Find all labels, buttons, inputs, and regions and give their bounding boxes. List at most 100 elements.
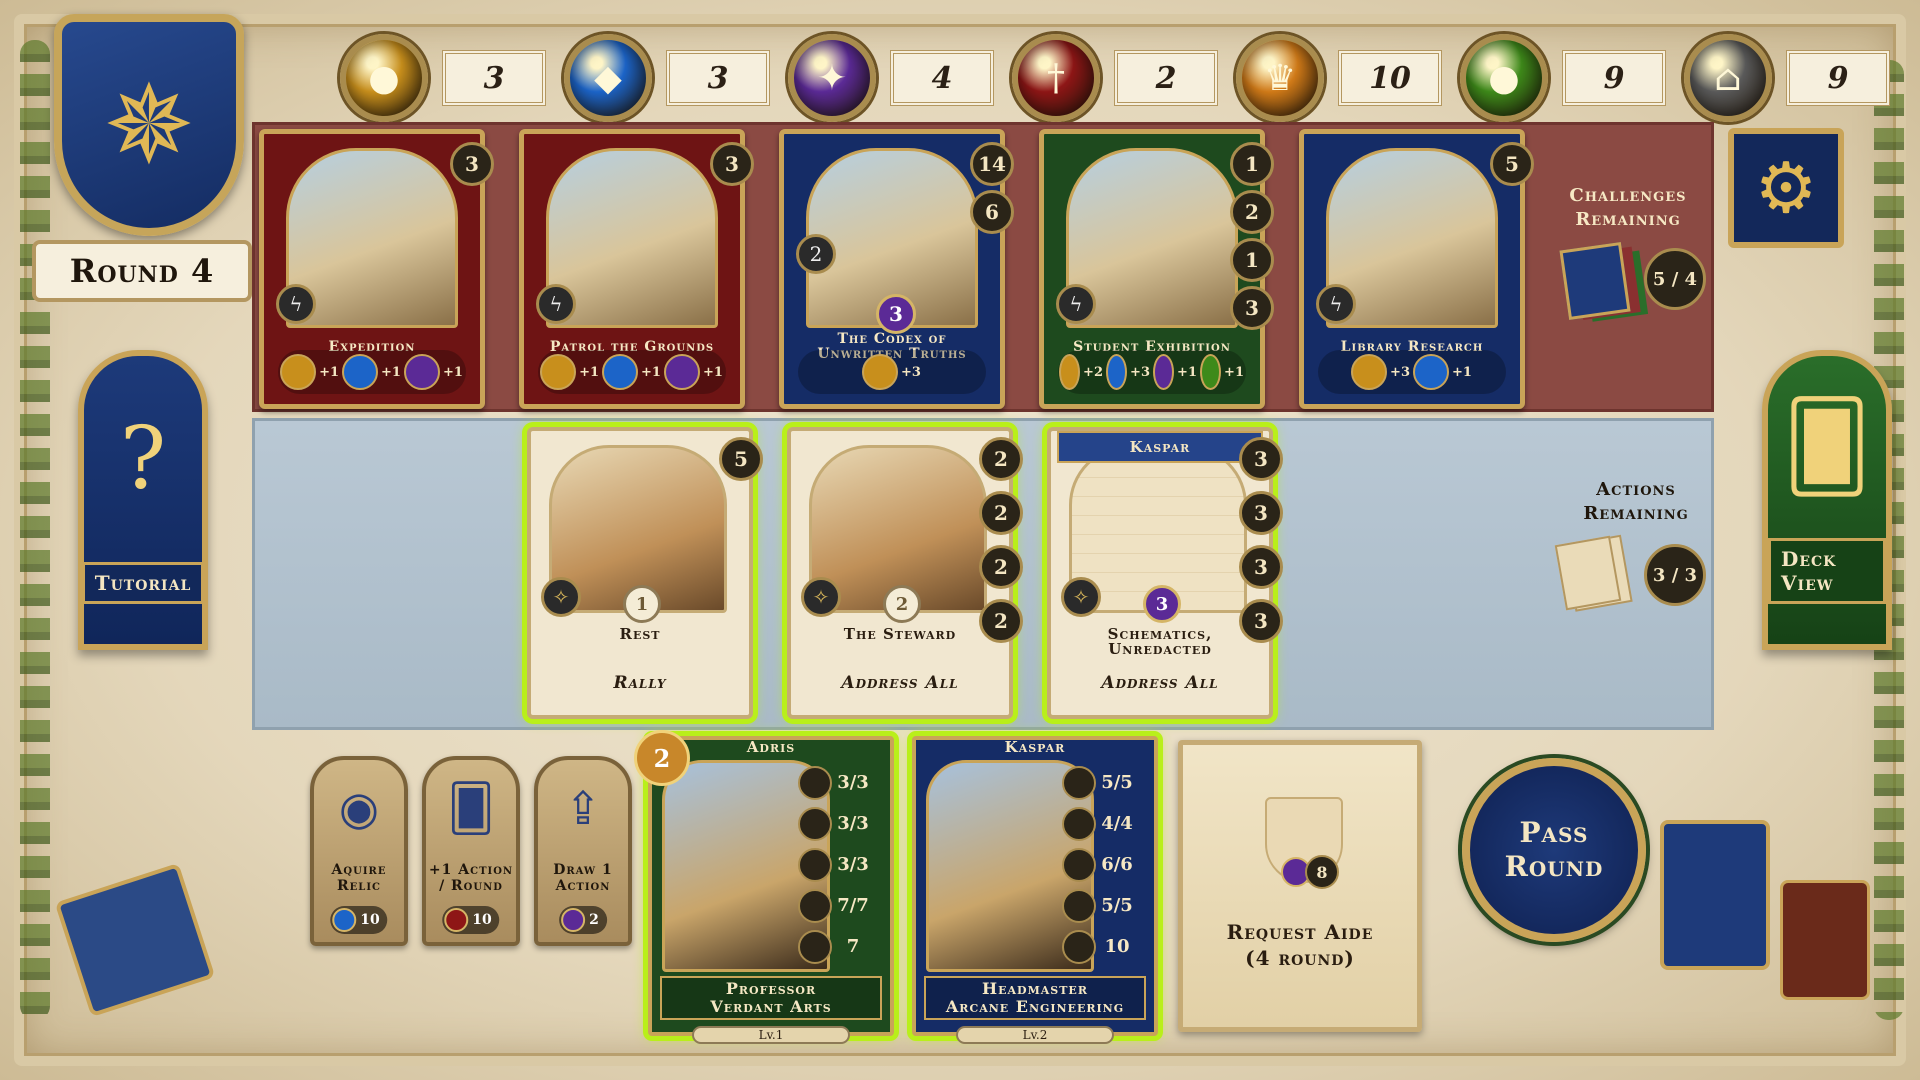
aide-card-kaspar[interactable]: Kaspar 5/5 4/4 6/6 5/5 10 Headmaster Arcane Eng… — [912, 736, 1158, 1044]
lightning-icon: ϟ — [1316, 284, 1356, 324]
action-type: Rally — [613, 673, 667, 693]
round-indicator: Round 4 — [32, 240, 252, 302]
challenge-card[interactable]: ϟ Library Research +3 +1 5 — [1299, 129, 1534, 409]
resource-count: 9 — [1562, 50, 1666, 106]
reward-gem-icon — [602, 354, 639, 390]
actions-remaining-label: Actions Remaining — [1556, 478, 1716, 526]
actions-label-line2: Remaining — [1583, 503, 1689, 524]
tutorial-label: Tutorial — [81, 562, 205, 604]
challenges-remaining-label: Challenges Remaining — [1548, 184, 1708, 232]
crown-icon: ♛ — [1236, 34, 1324, 122]
tutorial-button[interactable]: ? Tutorial — [78, 350, 208, 650]
pass-round-button[interactable]: Pass Round — [1462, 758, 1646, 942]
resource-blue-crystal: ◆ 3 — [564, 34, 770, 122]
challenge-rewards: +1 +1 +1 — [278, 350, 466, 394]
gem-icon — [332, 908, 357, 932]
compass-icon: ✧ — [1061, 577, 1101, 617]
aide-card-adris[interactable]: Adris 3/3 3/3 3/3 7/7 7 Professor Verdant Arts L… — [634, 730, 894, 1044]
action-requirement: 2 — [979, 545, 1023, 589]
settings-gear-icon[interactable]: ⚙ — [1728, 128, 1844, 248]
reward-amount: +3 — [901, 364, 921, 380]
reward-gem-icon — [403, 354, 440, 390]
building-icon: ⌂ — [1684, 34, 1772, 122]
gold-cluster-icon: ● — [340, 34, 428, 122]
action-card[interactable]: ✧ 1 Rest Rally 5 — [527, 427, 763, 719]
book-stack-decoration — [1660, 820, 1770, 970]
shop-cost-value: 2 — [589, 912, 599, 928]
reward-amount: +1 — [579, 364, 600, 380]
action-name: Schematics, Unredacted — [1107, 625, 1213, 658]
challenge-requirement: 1 — [1230, 142, 1274, 186]
shop-cost: 2 — [559, 906, 607, 934]
challenge-rewards: +3 +1 — [1318, 350, 1506, 394]
compass-icon: ✧ — [801, 577, 841, 617]
actions-remaining-count: 3 / 3 — [1644, 544, 1706, 606]
action-requirement: 3 — [1239, 599, 1283, 643]
aide-title-line1: Headmaster — [982, 979, 1088, 998]
challenge-card[interactable]: ϟ Patrol the Grounds +1 +1 +1 3 — [519, 129, 754, 409]
reward-gem-icon — [1106, 354, 1128, 390]
deck-view-button[interactable]: 🂠 Deck View — [1762, 350, 1892, 650]
red-sword-icon: † — [1012, 34, 1100, 122]
aide-title: Professor Verdant Arts — [660, 976, 882, 1020]
shop-cost-value: 10 — [360, 912, 380, 928]
lightning-icon: ϟ — [276, 284, 316, 324]
resource-count: 2 — [1114, 50, 1218, 106]
book-stack-decoration — [1780, 880, 1870, 1000]
shop-acquire-relic-button[interactable]: ◉ Aquire Relic 10 — [310, 756, 408, 946]
resource-red-sword: † 2 — [1012, 34, 1218, 122]
challenges-row: ϟ Expedition +1 +1 +1 3 ϟ Patrol the Grounds +1 +… — [252, 122, 1714, 412]
gear-icon — [1062, 889, 1096, 923]
resource-purple-star: ✦ 4 — [788, 34, 994, 122]
purple-star-icon: 3 — [876, 294, 916, 334]
request-aide-card[interactable]: 8 Request Aide (4 round) — [1178, 740, 1422, 1032]
aide-title-line2: Verdant Arts — [710, 997, 832, 1016]
aide-level-bar: Lv.1 — [692, 1026, 850, 1044]
request-aide-label: Request Aide (4 round) — [1183, 919, 1417, 971]
reward-gem-icon — [1059, 354, 1081, 390]
reward-gem-icon — [663, 354, 700, 390]
reward-amount: +1 — [381, 364, 401, 380]
reward-gem-icon — [342, 354, 379, 390]
challenge-rewards: +1 +1 +1 — [538, 350, 726, 394]
aide-stat-heart: 7 — [846, 936, 860, 957]
hourglass-timer-icon: 2 — [634, 730, 690, 786]
compass-shield-emblem: ✵ — [54, 14, 244, 236]
gear-icon — [798, 889, 832, 923]
challenges-remaining-count: 5 / 4 — [1644, 248, 1706, 310]
aide-stat-heart: 10 — [1104, 936, 1130, 957]
action-requirement: 3 — [1239, 545, 1283, 589]
action-card[interactable]: ✧ 2 The Steward Address All 2 2 2 2 — [787, 427, 1023, 719]
shop-label: Aquire Relic — [331, 862, 387, 894]
aide-stats: 5/5 4/4 6/6 5/5 10 — [1088, 762, 1146, 967]
deck-view-label: Deck View — [1768, 538, 1886, 604]
challenge-card[interactable]: 2 3 The Codex of Unwritten Truths +3 14 6 — [779, 129, 1014, 409]
challenge-card[interactable]: ϟ Expedition +1 +1 +1 3 — [259, 129, 494, 409]
action-name: Rest — [619, 625, 661, 643]
sun-icon — [1062, 766, 1096, 800]
action-requirement: 3 — [1239, 437, 1283, 481]
ivy-decoration — [20, 40, 50, 1020]
challenge-requirement: 3 — [1230, 286, 1274, 330]
reward-amount: +1 — [641, 364, 661, 380]
action-name: The Steward — [843, 625, 957, 643]
shop-draw-action-button[interactable]: ⇪ Draw 1 Action 2 — [534, 756, 632, 946]
action-number: 2 — [883, 585, 921, 623]
heart-icon — [1062, 930, 1096, 964]
reward-amount: +1 — [1224, 364, 1244, 380]
resource-count: 9 — [1786, 50, 1890, 106]
reward-gem-icon — [1413, 354, 1449, 390]
challenge-card[interactable]: ϟ Student Exhibition +2 +3 +1 +1 1 2 1 3 — [1039, 129, 1274, 409]
aide-stat-book: 6/6 — [1101, 854, 1133, 875]
actions-row: ✧ 1 Rest Rally 5 ✧ 2 The Steward Address All 2 2 2 2… — [252, 418, 1714, 730]
action-requirement: 3 — [1239, 491, 1283, 535]
card-plus-icon: 🂠 — [447, 781, 495, 835]
shop-extra-action-button[interactable]: 🂠 +1 Action / Round 10 — [422, 756, 520, 946]
request-aide-cost: 8 — [1281, 855, 1339, 889]
card-draw-icon: ⇪ — [563, 781, 603, 835]
resource-building: ⌂ 9 — [1684, 34, 1890, 122]
action-number: 1 — [623, 585, 661, 623]
reward-gem-icon — [280, 354, 317, 390]
resource-count: 3 — [442, 50, 546, 106]
action-card[interactable]: Kaspar ✧ 3 Schematics, Unredacted Address Al… — [1047, 427, 1283, 719]
